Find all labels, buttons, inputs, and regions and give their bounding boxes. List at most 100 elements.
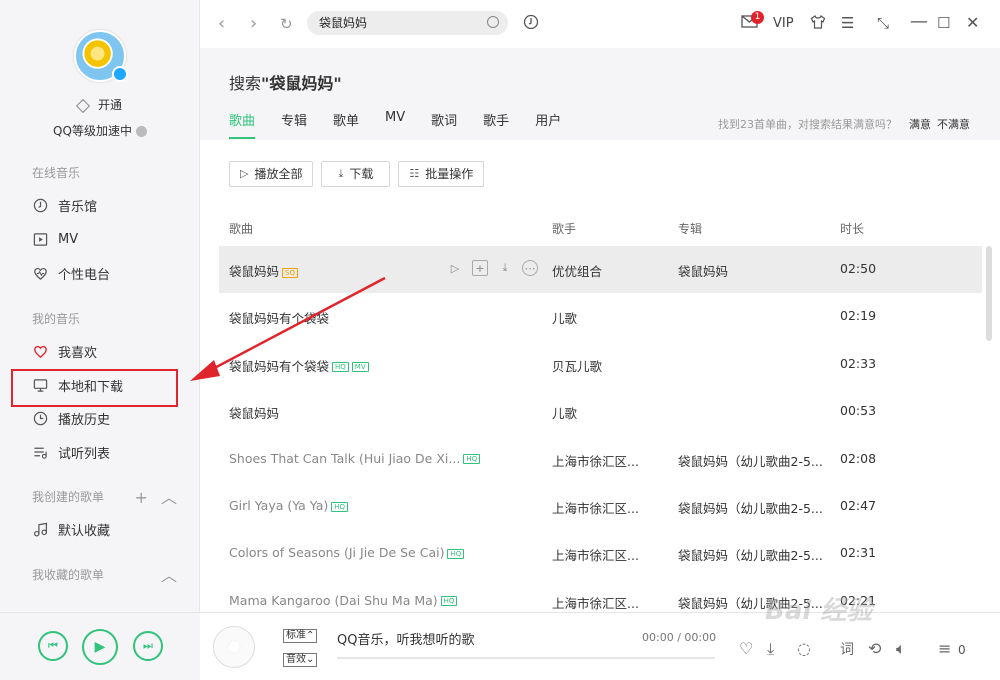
sound-effect-selector[interactable]: 音效⌄ <box>283 653 318 667</box>
sidebar-item-radio[interactable]: 个性电台 <box>32 260 182 286</box>
song-name-text: Colors of Seasons (Ji Jie De Se Cai) <box>229 545 445 561</box>
queue-icon[interactable]: ≡ <box>938 639 951 658</box>
vip-open-label[interactable]: 开通 <box>98 98 122 112</box>
quality-tag: MV <box>351 362 369 373</box>
back-arrow-icon[interactable]: ‹ <box>218 13 225 34</box>
unsatisfied-link[interactable]: 不满意 <box>937 118 970 131</box>
tab-users[interactable]: 用户 <box>535 110 561 139</box>
download-button[interactable]: ⤓ 下载 <box>321 161 391 187</box>
sidebar-item-default-collection[interactable]: 默认收藏 <box>32 516 182 542</box>
song-name[interactable]: Girl Yaya (Ya Ya) HQ <box>229 498 349 513</box>
song-name[interactable]: 袋鼠妈妈有个袋袋 HQ MV <box>229 356 369 375</box>
previous-button[interactable]: ⏮ <box>38 631 68 661</box>
sidebar-item-trial-list[interactable]: 试听列表 <box>32 439 182 465</box>
song-album[interactable]: 袋鼠妈妈（幼儿歌曲2-5... <box>678 545 823 564</box>
song-artist[interactable]: 上海市徐汇区... <box>552 593 639 612</box>
tab-mv[interactable]: MV <box>385 110 405 139</box>
song-name[interactable]: Mama Kangaroo (Dai Shu Ma Ma) HQ <box>229 592 458 608</box>
search-tabs: 歌曲 专辑 歌单 MV 歌词 歌手 用户 <box>229 110 587 139</box>
table-row[interactable]: 袋鼠妈妈有个袋袋 儿歌 02:19 <box>219 293 982 340</box>
search-input-value[interactable]: 袋鼠妈妈 <box>319 16 367 30</box>
table-row[interactable]: 袋鼠妈妈有个袋袋 HQ MV 贝瓦儿歌 02:33 <box>219 341 982 388</box>
skin-shirt-icon[interactable] <box>810 14 826 34</box>
add-playlist-icon[interactable]: + <box>134 488 147 507</box>
play-button[interactable]: ▶ <box>82 629 118 665</box>
loop-mode-icon[interactable]: ⟲ <box>868 639 881 658</box>
song-name[interactable]: Shoes That Can Talk (Hui Jiao De Xi... HQ <box>229 451 481 466</box>
batch-operation-button[interactable]: ☷ 批量操作 <box>398 161 485 187</box>
album-cover-placeholder[interactable] <box>213 626 255 668</box>
song-artist[interactable]: 儿歌 <box>552 308 577 327</box>
tab-albums[interactable]: 专辑 <box>281 110 307 139</box>
download-icon[interactable]: ⤓ <box>497 260 513 276</box>
song-album[interactable]: 袋鼠妈妈（幼儿歌曲2-5... <box>678 451 823 470</box>
maximize-icon[interactable]: ☐ <box>937 14 950 32</box>
table-row[interactable]: 袋鼠妈妈 SQ ▷ + ⤓ ⋯ 优优组合 袋鼠妈妈 02:50 <box>219 246 982 293</box>
watermark: Bai 经验 <box>765 596 873 626</box>
batch-label: 批量操作 <box>425 167 474 181</box>
next-button[interactable]: ⏭ <box>133 631 163 661</box>
song-name[interactable]: 袋鼠妈妈 SQ <box>229 261 298 280</box>
table-row[interactable]: Colors of Seasons (Ji Jie De Se Cai) HQ 上海… <box>219 530 982 577</box>
download-icon[interactable]: ⤓ <box>767 639 774 659</box>
add-icon[interactable]: + <box>472 260 488 276</box>
sidebar-item-mv[interactable]: MV <box>32 226 182 252</box>
menu-icon[interactable]: ☰ <box>841 14 854 32</box>
header-album[interactable]: 专辑 <box>678 220 702 237</box>
collapse-icon[interactable]: ︿ <box>161 488 177 507</box>
voice-search-icon[interactable] <box>523 14 539 34</box>
sidebar-item-favorites[interactable]: 我喜欢 <box>32 338 182 364</box>
like-heart-icon[interactable]: ♡ <box>739 639 753 658</box>
song-name-text: Mama Kangaroo (Dai Shu Ma Ma) <box>229 592 438 608</box>
section-online-music: 在线音乐 <box>32 166 81 180</box>
song-name[interactable]: Colors of Seasons (Ji Jie De Se Cai) HQ <box>229 545 465 561</box>
quality-selector[interactable]: 标准⌃ <box>283 629 318 643</box>
more-icon[interactable]: ⋯ <box>522 260 538 276</box>
song-artist[interactable]: 贝瓦儿歌 <box>552 356 602 375</box>
header-artist[interactable]: 歌手 <box>552 220 576 237</box>
song-name[interactable]: 袋鼠妈妈 <box>229 403 279 422</box>
minimize-icon[interactable]: — <box>910 11 928 32</box>
table-row[interactable]: Shoes That Can Talk (Hui Jiao De Xi... HQ… <box>219 436 982 483</box>
table-row[interactable]: 袋鼠妈妈 儿歌 00:53 <box>219 388 982 435</box>
song-artist[interactable]: 上海市徐汇区... <box>552 451 639 470</box>
collapse-icon[interactable]: ︿ <box>161 566 177 585</box>
tab-singers[interactable]: 歌手 <box>483 110 509 139</box>
comment-icon[interactable]: ◌ <box>797 639 811 658</box>
scrollbar[interactable] <box>986 246 992 341</box>
vip-button[interactable]: VIP <box>773 16 794 31</box>
song-album[interactable]: 袋鼠妈妈 <box>678 261 728 280</box>
song-artist[interactable]: 上海市徐汇区... <box>552 545 639 564</box>
mini-mode-icon[interactable]: ⤡ <box>877 14 889 32</box>
song-artist[interactable]: 优优组合 <box>552 261 602 280</box>
quality-tag: HQ <box>331 501 349 512</box>
song-artist[interactable]: 儿歌 <box>552 403 577 422</box>
refresh-icon[interactable]: ↻ <box>280 15 293 33</box>
search-input[interactable]: 袋鼠妈妈 <box>307 11 508 35</box>
forward-arrow-icon[interactable]: › <box>250 13 257 34</box>
play-icon[interactable]: ▷ <box>447 260 463 276</box>
song-album[interactable]: 袋鼠妈妈（幼儿歌曲2-5... <box>678 498 823 517</box>
quality-tag: HQ <box>463 454 481 465</box>
close-icon[interactable]: ✕ <box>966 13 979 32</box>
search-icon[interactable] <box>487 16 499 28</box>
sidebar-item-history[interactable]: 播放历史 <box>32 405 182 431</box>
tab-lyrics[interactable]: 歌词 <box>431 110 457 139</box>
volume-icon[interactable]: 🔈︎ <box>896 639 906 659</box>
header-song[interactable]: 歌曲 <box>229 220 253 237</box>
vip-open-link[interactable]: 开通 <box>0 96 200 113</box>
song-name[interactable]: 袋鼠妈妈有个袋袋 <box>229 308 329 327</box>
play-all-button[interactable]: ▷ 播放全部 <box>229 161 314 187</box>
song-artist[interactable]: 上海市徐汇区... <box>552 498 639 517</box>
satisfied-link[interactable]: 满意 <box>909 118 931 131</box>
table-row[interactable]: Girl Yaya (Ya Ya) HQ 上海市徐汇区... 袋鼠妈妈（幼儿歌曲2-5… <box>219 483 982 530</box>
level-info-icon[interactable] <box>135 126 147 137</box>
sidebar-item-label: 音乐馆 <box>58 199 98 215</box>
tab-songs[interactable]: 歌曲 <box>229 110 256 139</box>
header-duration[interactable]: 时长 <box>840 220 864 237</box>
tab-playlists[interactable]: 歌单 <box>333 110 359 139</box>
lyrics-icon[interactable]: 词 <box>840 639 854 659</box>
progress-bar[interactable] <box>337 657 715 659</box>
qq-level-row[interactable]: QQ等级加速中 <box>0 122 200 139</box>
sidebar-item-music-hall[interactable]: 音乐馆 <box>32 192 182 218</box>
